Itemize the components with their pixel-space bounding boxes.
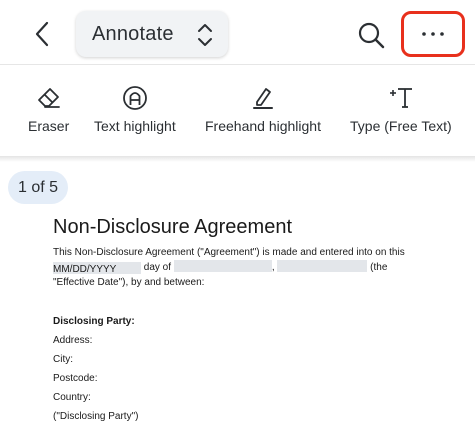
document-page[interactable]: Non-Disclosure Agreement This Non-Disclo… — [53, 214, 463, 426]
annotation-toolbar: Eraser Text highlight Freehand highlight… — [0, 64, 475, 158]
tool-eraser-label: Eraser — [28, 118, 70, 134]
party-reference: ("Disclosing Party") — [53, 411, 139, 422]
day-of-text: day of — [143, 262, 172, 273]
tool-freehand-highlight-label: Freehand highlight — [205, 118, 321, 134]
top-bar: Annotate — [0, 0, 475, 64]
chevron-left-icon — [35, 21, 49, 47]
intro-line-2: MM/DD/YYYY day of , (the — [53, 260, 463, 275]
eraser-icon — [37, 88, 60, 108]
more-horizontal-icon — [422, 32, 444, 36]
search-icon — [358, 22, 385, 49]
month-field[interactable] — [173, 260, 272, 272]
chevron-up-down-icon — [198, 24, 212, 46]
text-highlight-icon — [122, 86, 147, 110]
tool-eraser[interactable]: Eraser — [28, 85, 69, 141]
tool-text-highlight-label: Text highlight — [94, 118, 176, 134]
document-title: Non-Disclosure Agreement — [53, 216, 292, 238]
free-text-icon — [389, 88, 412, 108]
tool-free-text-label: Type (Free Text) — [350, 118, 452, 134]
address-label: Address: — [53, 335, 93, 346]
effective-date-text: "Effective Date"), by and between: — [53, 277, 205, 288]
toolbar-divider — [0, 156, 475, 162]
postcode-label: Postcode: — [53, 373, 98, 384]
more-options-button[interactable] — [401, 11, 465, 57]
intro-line-1: This Non-Disclosure Agreement ("Agreemen… — [53, 247, 405, 258]
city-label: City: — [53, 354, 73, 365]
country-label: Country: — [53, 392, 91, 403]
search-button[interactable] — [352, 16, 390, 54]
year-field[interactable] — [277, 260, 368, 272]
the-text: (the — [370, 262, 388, 273]
freehand-highlight-icon — [252, 88, 273, 109]
disclosing-party-heading: Disclosing Party: — [53, 316, 135, 327]
mode-label: Annotate — [92, 22, 174, 45]
back-button[interactable] — [24, 14, 60, 54]
date-field[interactable]: MM/DD/YYYY — [53, 262, 141, 275]
tool-free-text[interactable]: Type (Free Text) — [350, 85, 452, 141]
mode-selector[interactable]: Annotate — [76, 11, 228, 57]
date-placeholder: MM/DD/YYYY — [53, 264, 117, 275]
tool-freehand-highlight[interactable]: Freehand highlight — [205, 85, 321, 141]
tool-text-highlight[interactable]: Text highlight — [94, 85, 176, 141]
comma-text: , — [271, 262, 275, 273]
page-indicator: 1 of 5 — [8, 171, 68, 204]
